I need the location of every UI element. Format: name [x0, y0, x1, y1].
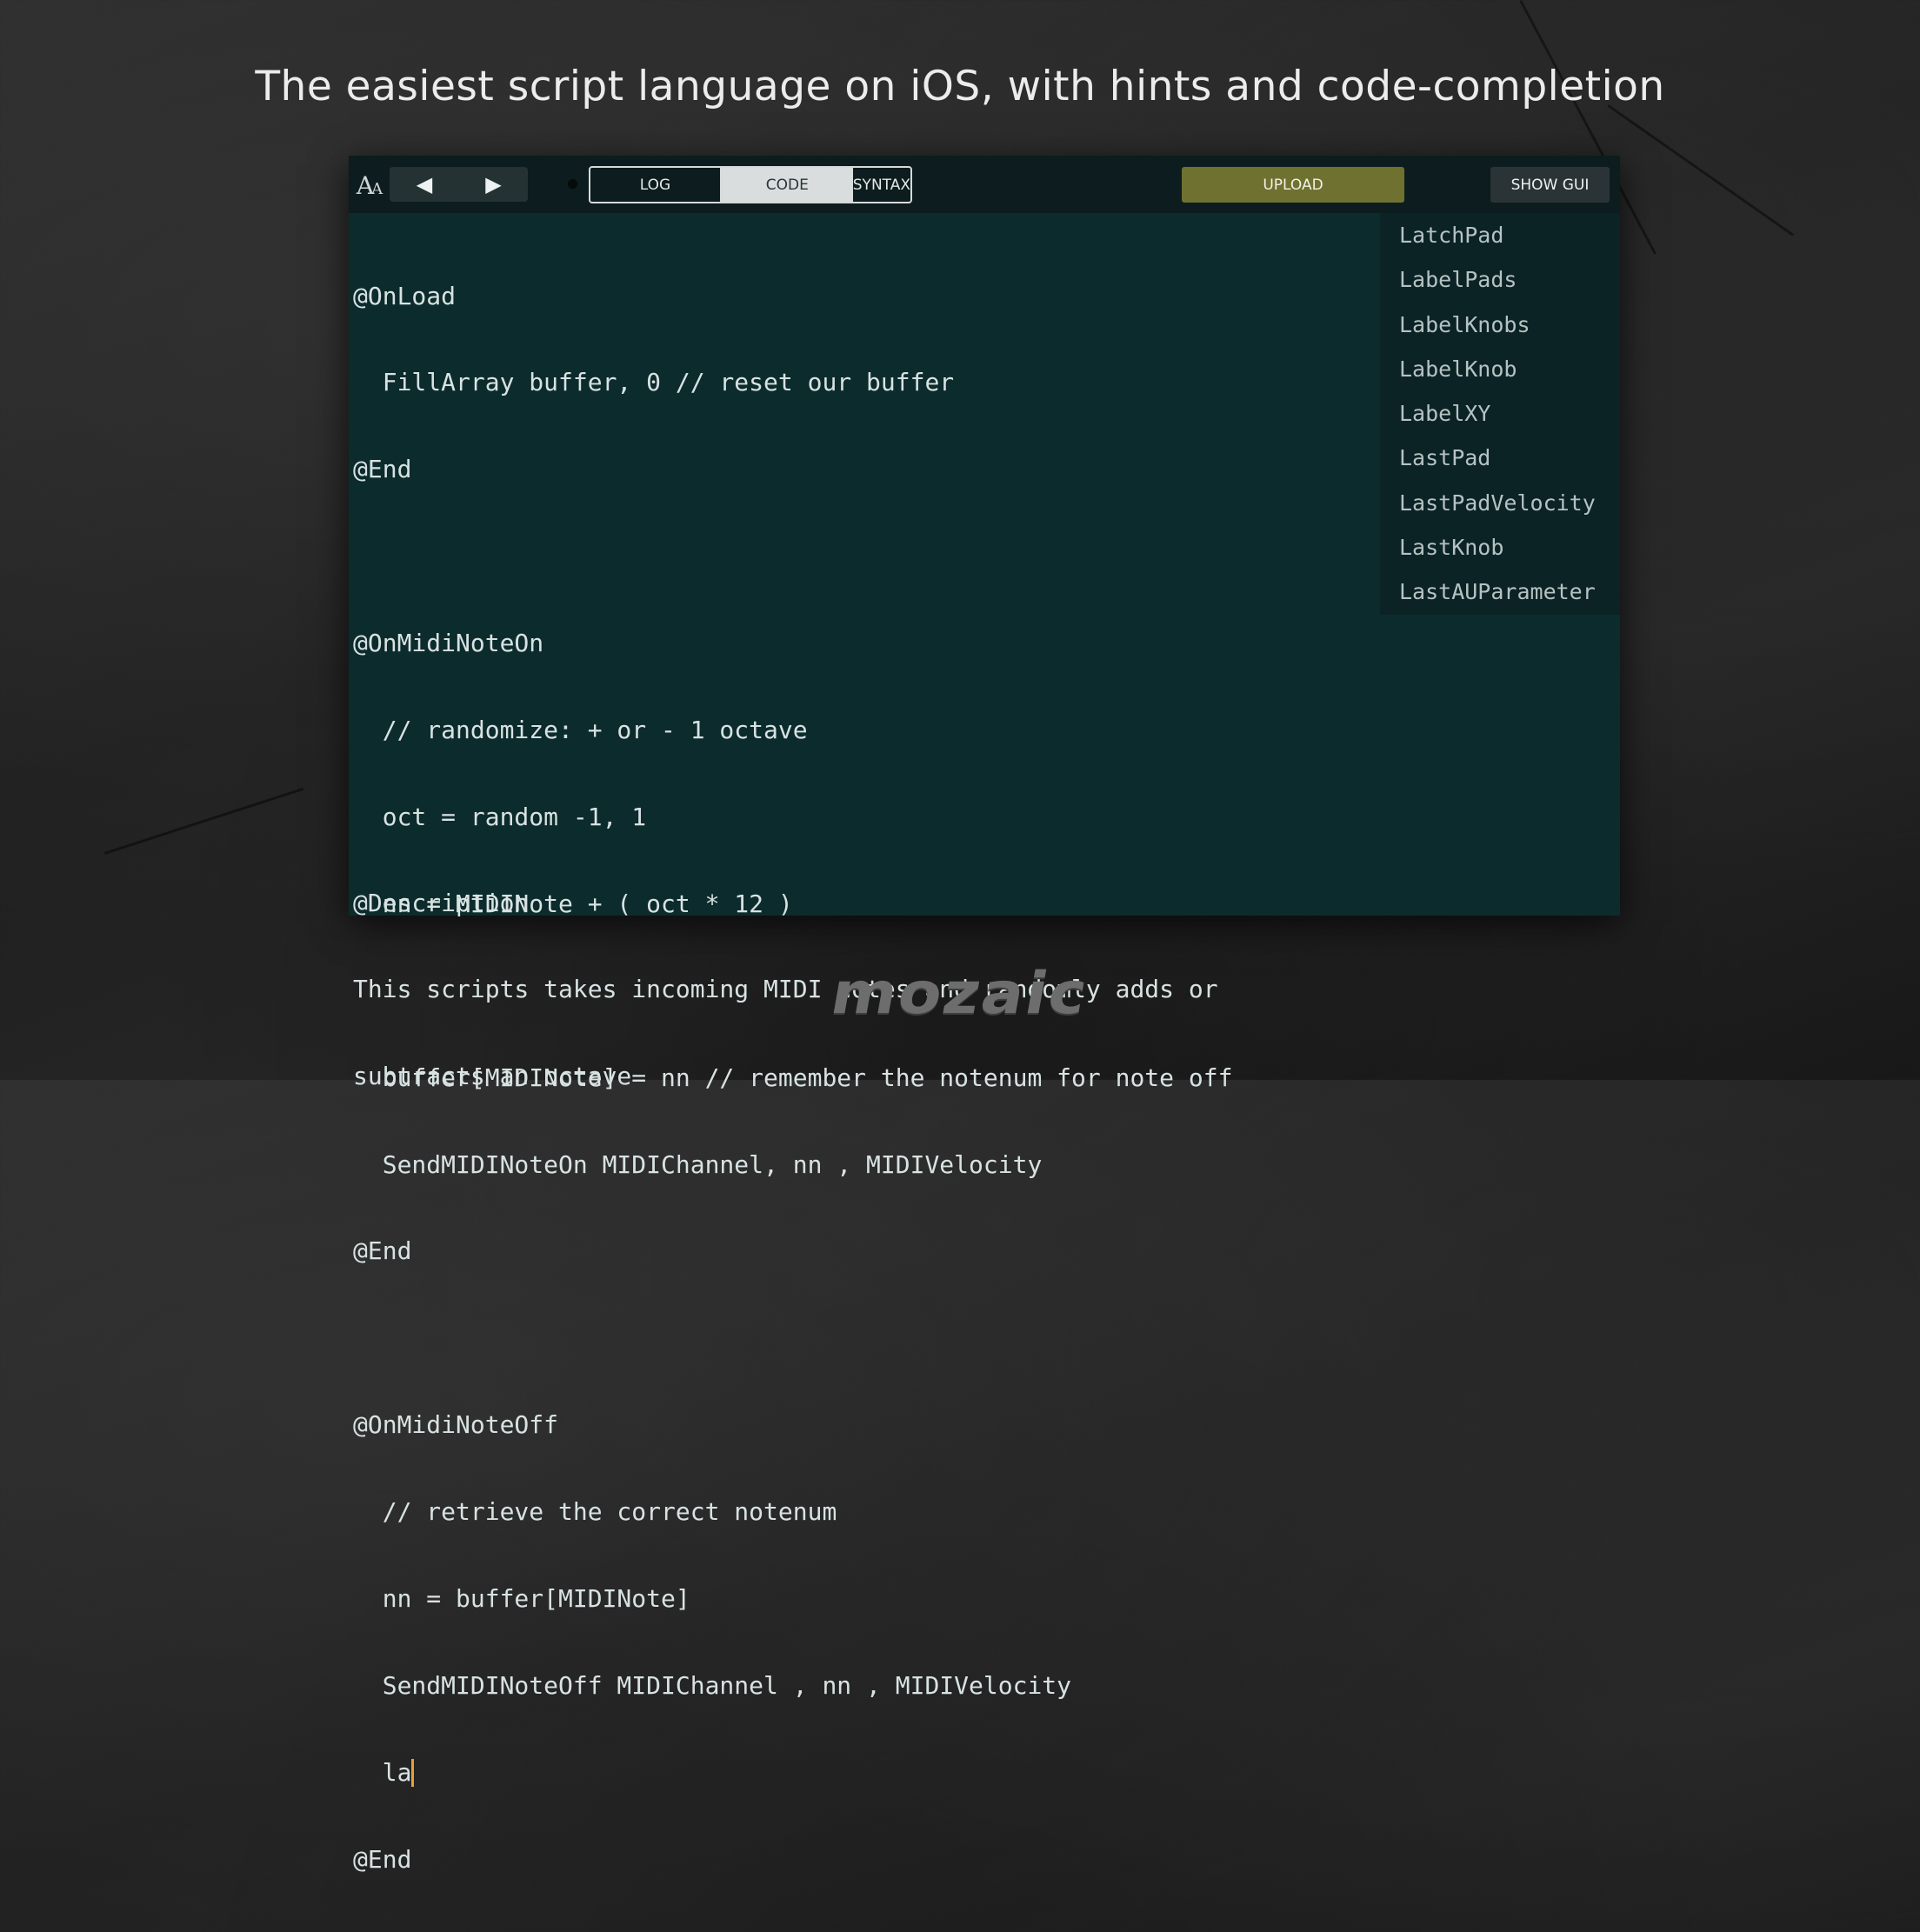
suggestion-item[interactable]: LastKnob — [1380, 525, 1620, 570]
code-line: SendMIDINoteOff MIDIChannel , nn , MIDIV… — [353, 1670, 1072, 1700]
suggestion-item[interactable]: LastPad — [1380, 436, 1620, 480]
code-line: nn = buffer[MIDINote] — [353, 1583, 690, 1613]
code-line: SendMIDINoteOn MIDIChannel, nn , MIDIVel… — [353, 1149, 1043, 1179]
background-crack — [104, 787, 304, 855]
code-line: @End — [353, 455, 412, 484]
description-line: @Description — [353, 888, 530, 917]
code-line: @End — [353, 1844, 412, 1874]
suggestion-item[interactable]: LatchPad — [1380, 213, 1620, 257]
script-editor-window: AA ◀ ▶ LOG CODE SYNTAX UPLOAD SHOW GUI @… — [349, 156, 1620, 1874]
suggestion-item[interactable]: LabelXY — [1380, 391, 1620, 436]
autocomplete-list: LatchPad LabelPads LabelKnobs LabelKnob … — [1380, 213, 1620, 615]
editor-toolbar: AA ◀ ▶ LOG CODE SYNTAX UPLOAD SHOW GUI — [349, 156, 1620, 213]
suggestion-item[interactable]: LastAUParameter — [1380, 570, 1620, 614]
page-headline: The easiest script language on iOS, with… — [255, 63, 1665, 110]
show-gui-button[interactable]: SHOW GUI — [1490, 167, 1610, 203]
tab-syntax[interactable]: SYNTAX — [853, 168, 910, 202]
suggestion-item[interactable]: LastPadVelocity — [1380, 481, 1620, 525]
code-line-text: la — [353, 1757, 412, 1787]
suggestion-item[interactable]: LabelKnobs — [1380, 303, 1620, 347]
description-line: subtracts an octave — [353, 1062, 632, 1091]
upload-button[interactable]: UPLOAD — [1182, 167, 1404, 203]
text-caret — [411, 1758, 415, 1787]
code-line: @OnLoad — [353, 281, 457, 310]
status-dot — [568, 179, 577, 189]
view-tabs: LOG CODE SYNTAX — [589, 166, 912, 203]
code-line-current: la — [353, 1758, 1344, 1787]
code-line: // randomize: + or - 1 octave — [353, 716, 808, 745]
previous-button[interactable]: ◀ — [390, 167, 459, 202]
next-button[interactable]: ▶ — [459, 167, 528, 202]
code-line: // retrieve the correct notenum — [353, 1497, 837, 1527]
code-line: @OnMidiNoteOff — [353, 1410, 559, 1440]
tab-code[interactable]: CODE — [721, 168, 853, 202]
tab-log[interactable]: LOG — [590, 168, 722, 202]
code-line: @End — [353, 1236, 412, 1266]
font-size-icon[interactable]: AA — [356, 168, 383, 203]
suggestion-item[interactable]: LabelKnob — [1380, 347, 1620, 391]
code-line: @OnMidiNoteOn — [353, 629, 544, 658]
suggestion-item[interactable]: LabelPads — [1380, 257, 1620, 302]
code-line: FillArray buffer, 0 // reset our buffer — [353, 368, 955, 397]
mozaic-logo: mozaic — [826, 959, 1094, 1027]
code-line: oct = random -1, 1 — [353, 802, 647, 831]
